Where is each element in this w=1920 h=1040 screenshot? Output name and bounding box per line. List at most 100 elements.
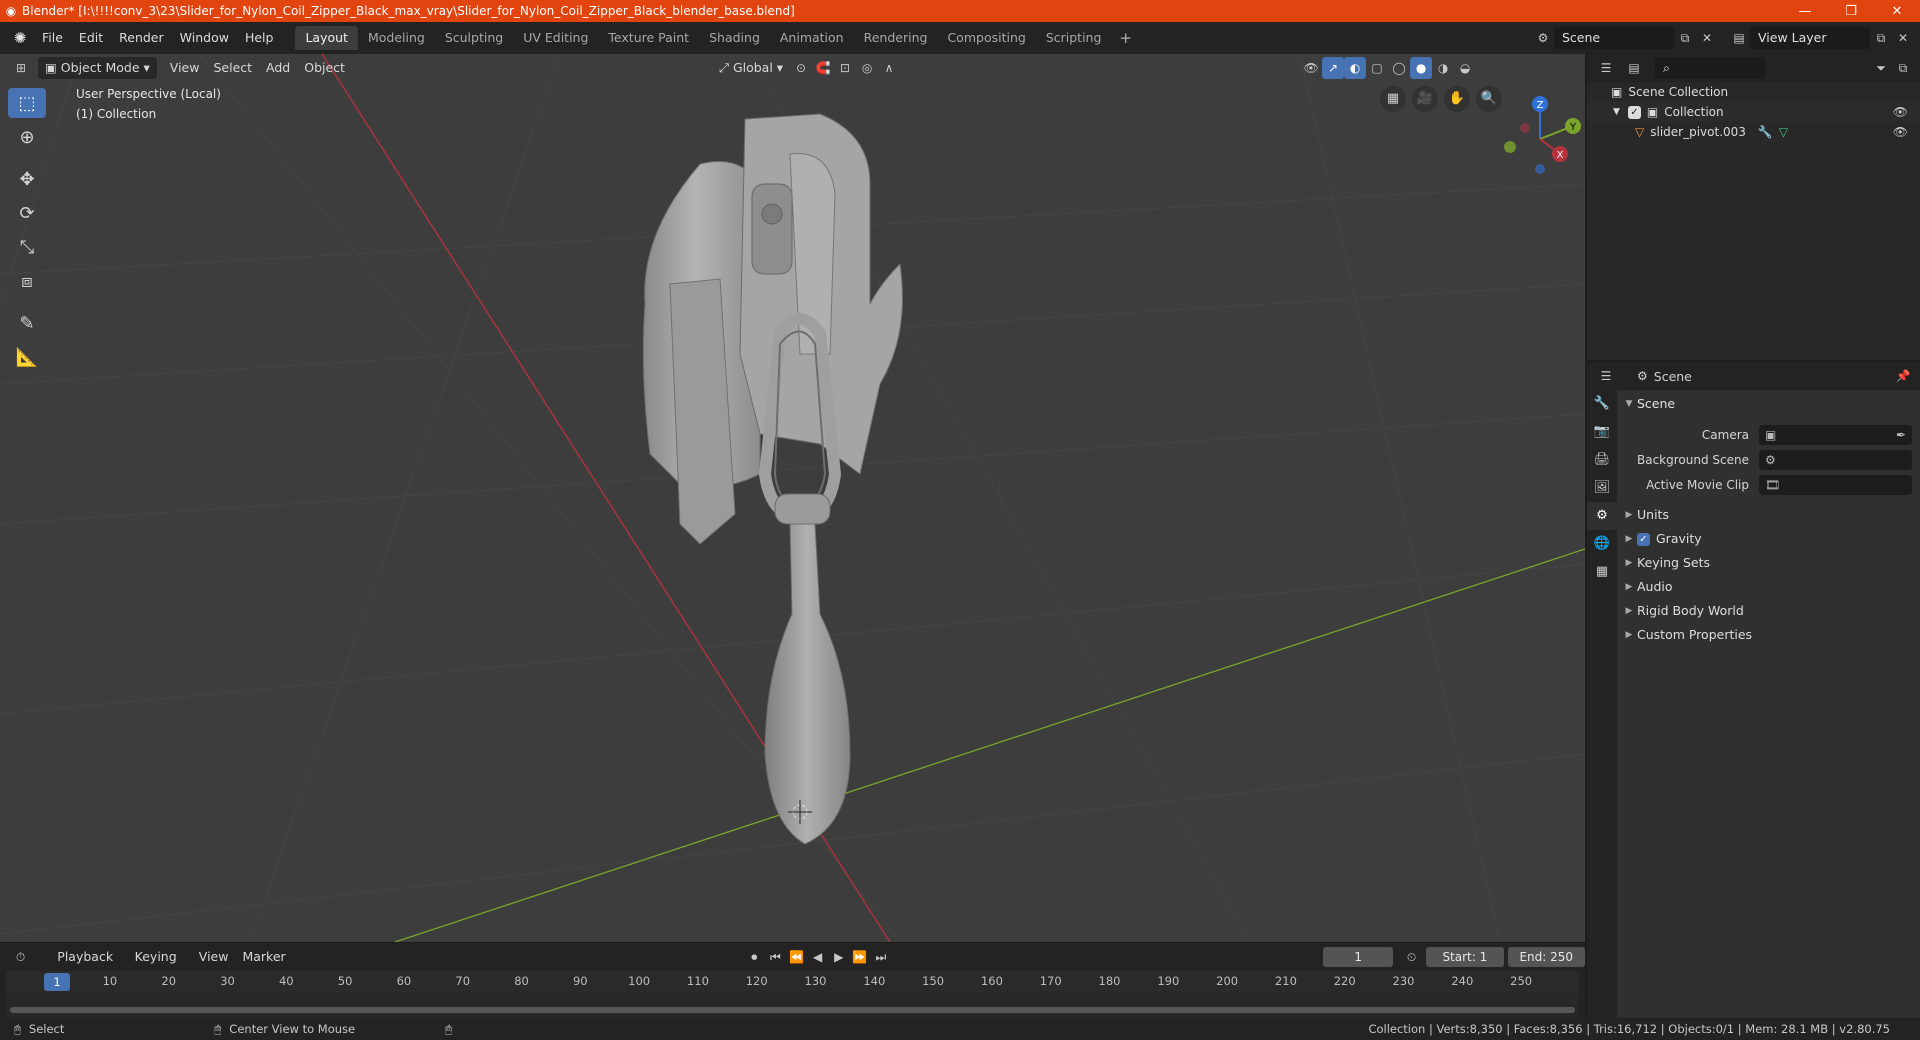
frame-ruler[interactable]: 1 10 20 30 40 50 60 70 80 90 100 110 120 130 140 150 160… [6, 971, 1579, 993]
play-icon[interactable]: ▶ [828, 946, 849, 968]
outliner-row-object[interactable]: ▽ slider_pivot.003 🔧 ▽ 👁 [1587, 122, 1920, 142]
menu-help[interactable]: Help [237, 26, 282, 50]
viewport-menu-object[interactable]: Object [297, 57, 352, 79]
pin-icon[interactable]: 📌 [1892, 365, 1914, 387]
end-frame-field[interactable]: End: 250 [1507, 947, 1585, 967]
jump-start-icon[interactable]: ⏮ [765, 946, 786, 968]
timeline-menu-marker[interactable]: Marker [235, 946, 292, 968]
audio-subpanel[interactable]: ▶ Audio [1621, 575, 1920, 599]
output-tab-icon[interactable]: 🖨 [1587, 446, 1617, 474]
neg-x-axis-handle[interactable] [1520, 123, 1530, 133]
view-layer-icon[interactable]: ▤ [1728, 31, 1750, 45]
outliner-search-input[interactable]: ⌕ [1655, 57, 1765, 79]
scene-tab-icon[interactable]: ⚙ [1587, 502, 1617, 530]
outliner-row-collection[interactable]: ▼ ✓ ▣ Collection 👁 [1587, 102, 1920, 122]
viewport-menu-select[interactable]: Select [206, 57, 259, 79]
tab-sculpting[interactable]: Sculpting [435, 26, 513, 50]
prev-keyframe-icon[interactable]: ⏪ [786, 946, 807, 968]
tab-animation[interactable]: Animation [770, 26, 854, 50]
tab-scripting[interactable]: Scripting [1036, 26, 1112, 50]
record-icon[interactable]: ⏺ [744, 946, 765, 968]
scene-icon[interactable]: ⚙ [1532, 31, 1554, 45]
maximize-button[interactable]: ❐ [1828, 4, 1874, 19]
viewport-menu-view[interactable]: View [163, 57, 207, 79]
new-scene-icon[interactable]: ⧉ [1674, 31, 1696, 46]
pan-hand-icon[interactable]: ✋ [1444, 86, 1470, 112]
navigation-gizmo[interactable]: Z Y X [1495, 84, 1585, 184]
timeline-menu-view[interactable]: View [192, 946, 236, 968]
gizmo-toggle-icon[interactable]: ↗ [1322, 57, 1345, 79]
scene-selector[interactable]: Scene [1554, 27, 1674, 49]
collection-visibility-eye-icon[interactable]: 👁 [1893, 102, 1908, 122]
proportional-edit-icon[interactable]: ◎ [856, 57, 878, 79]
pivot-point-icon[interactable]: ⊙ [790, 57, 812, 79]
new-collection-icon[interactable]: ⧉ [1892, 57, 1914, 79]
tab-layout[interactable]: Layout [295, 26, 358, 50]
blender-logo-icon[interactable]: ✺ [6, 29, 34, 47]
wireframe-shading-icon[interactable]: ◯ [1388, 57, 1410, 79]
eyedropper-icon[interactable]: ✒ [1896, 425, 1906, 445]
falloff-icon[interactable]: ∧ [878, 57, 900, 79]
tab-shading[interactable]: Shading [699, 26, 770, 50]
snap-target-icon[interactable]: ⊡ [834, 57, 856, 79]
background-scene-field[interactable]: ⚙ [1759, 449, 1912, 470]
collapse-arrow-icon[interactable]: ▼ [1613, 102, 1620, 122]
tab-modeling[interactable]: Modeling [358, 26, 435, 50]
start-frame-field[interactable]: Start: 1 [1426, 947, 1504, 967]
editor-type-icon[interactable]: ⊞ [10, 57, 32, 79]
menu-edit[interactable]: Edit [71, 26, 111, 50]
cursor-tool-icon[interactable]: ⊕ [8, 122, 46, 152]
delete-scene-icon[interactable]: ✕ [1696, 31, 1718, 45]
active-movie-clip-field[interactable]: 🎞 [1759, 474, 1912, 495]
camera-field[interactable]: ▣ ✒ [1759, 424, 1912, 445]
display-mode-icon[interactable]: ▤ [1623, 57, 1645, 79]
tab-compositing[interactable]: Compositing [937, 26, 1035, 50]
keying-sets-subpanel[interactable]: ▶ Keying Sets [1621, 551, 1920, 575]
orientation-selector[interactable]: ⤢ Global ▾ [712, 57, 790, 79]
viewport-menu-add[interactable]: Add [259, 57, 297, 79]
xray-toggle-icon[interactable]: ▢ [1366, 57, 1388, 79]
collection-exclude-checkbox[interactable]: ✓ [1627, 105, 1641, 119]
overlay-toggle-icon[interactable]: ◐ [1344, 57, 1367, 79]
filter-icon[interactable]: ⏷ [1870, 57, 1892, 79]
modifier-wrench-icon[interactable]: 🔧 [1758, 122, 1773, 142]
timeline-track[interactable] [6, 993, 1579, 1017]
jump-end-icon[interactable]: ⏭ [870, 946, 891, 968]
outliner-row-scene-collection[interactable]: ▣ Scene Collection [1587, 82, 1920, 102]
neg-z-axis-handle[interactable] [1535, 164, 1545, 174]
material-shading-icon[interactable]: ◑ [1432, 57, 1454, 79]
units-subpanel[interactable]: ▶ Units [1621, 503, 1920, 527]
menu-window[interactable]: Window [172, 26, 237, 50]
view-layer-tab-icon[interactable]: 🖼 [1587, 474, 1617, 502]
view-layer-selector[interactable]: View Layer [1750, 27, 1870, 49]
gravity-subpanel[interactable]: ▶ ✓ Gravity [1621, 527, 1920, 551]
timeline-menu-playback[interactable]: Playback ▾ [50, 946, 127, 986]
menu-render[interactable]: Render [111, 26, 172, 50]
select-box-tool-icon[interactable]: ⬚ [8, 88, 46, 118]
camera-view-icon[interactable]: 🎥 [1412, 86, 1438, 112]
minimize-button[interactable]: — [1782, 4, 1828, 19]
delete-view-layer-icon[interactable]: ✕ [1892, 31, 1914, 45]
timeline-menu-keying[interactable]: Keying ▾ [128, 946, 192, 986]
render-tab-icon[interactable]: 📷 [1587, 418, 1617, 446]
mesh-data-icon[interactable]: ▽ [1779, 122, 1788, 142]
3d-viewport[interactable]: ⊞ ▣ Object Mode ▾ View Select Add Object… [0, 54, 1585, 942]
move-tool-icon[interactable]: ✥ [8, 164, 46, 194]
new-view-layer-icon[interactable]: ⧉ [1870, 31, 1892, 46]
rendered-shading-icon[interactable]: ◒ [1454, 57, 1476, 79]
object-visibility-eye-icon[interactable]: 👁 [1893, 122, 1908, 142]
play-reverse-icon[interactable]: ◀ [807, 946, 828, 968]
gravity-checkbox[interactable]: ✓ [1637, 532, 1650, 546]
current-frame-field[interactable]: 1 [1323, 947, 1394, 967]
neg-y-axis-handle[interactable] [1504, 141, 1516, 153]
annotate-tool-icon[interactable]: ✎ [8, 308, 46, 338]
add-workspace-button[interactable]: + [1111, 29, 1140, 47]
measure-tool-icon[interactable]: 📐 [8, 342, 46, 372]
tab-rendering[interactable]: Rendering [854, 26, 938, 50]
scale-tool-icon[interactable]: ⤡ [8, 232, 46, 262]
rigid-body-world-subpanel[interactable]: ▶ Rigid Body World [1621, 599, 1920, 623]
outliner-editor-type-icon[interactable]: ☰ [1595, 57, 1617, 79]
rotate-tool-icon[interactable]: ⟳ [8, 198, 46, 228]
tab-uv-editing[interactable]: UV Editing [513, 26, 598, 50]
visibility-icon[interactable]: 👁 [1300, 57, 1322, 79]
